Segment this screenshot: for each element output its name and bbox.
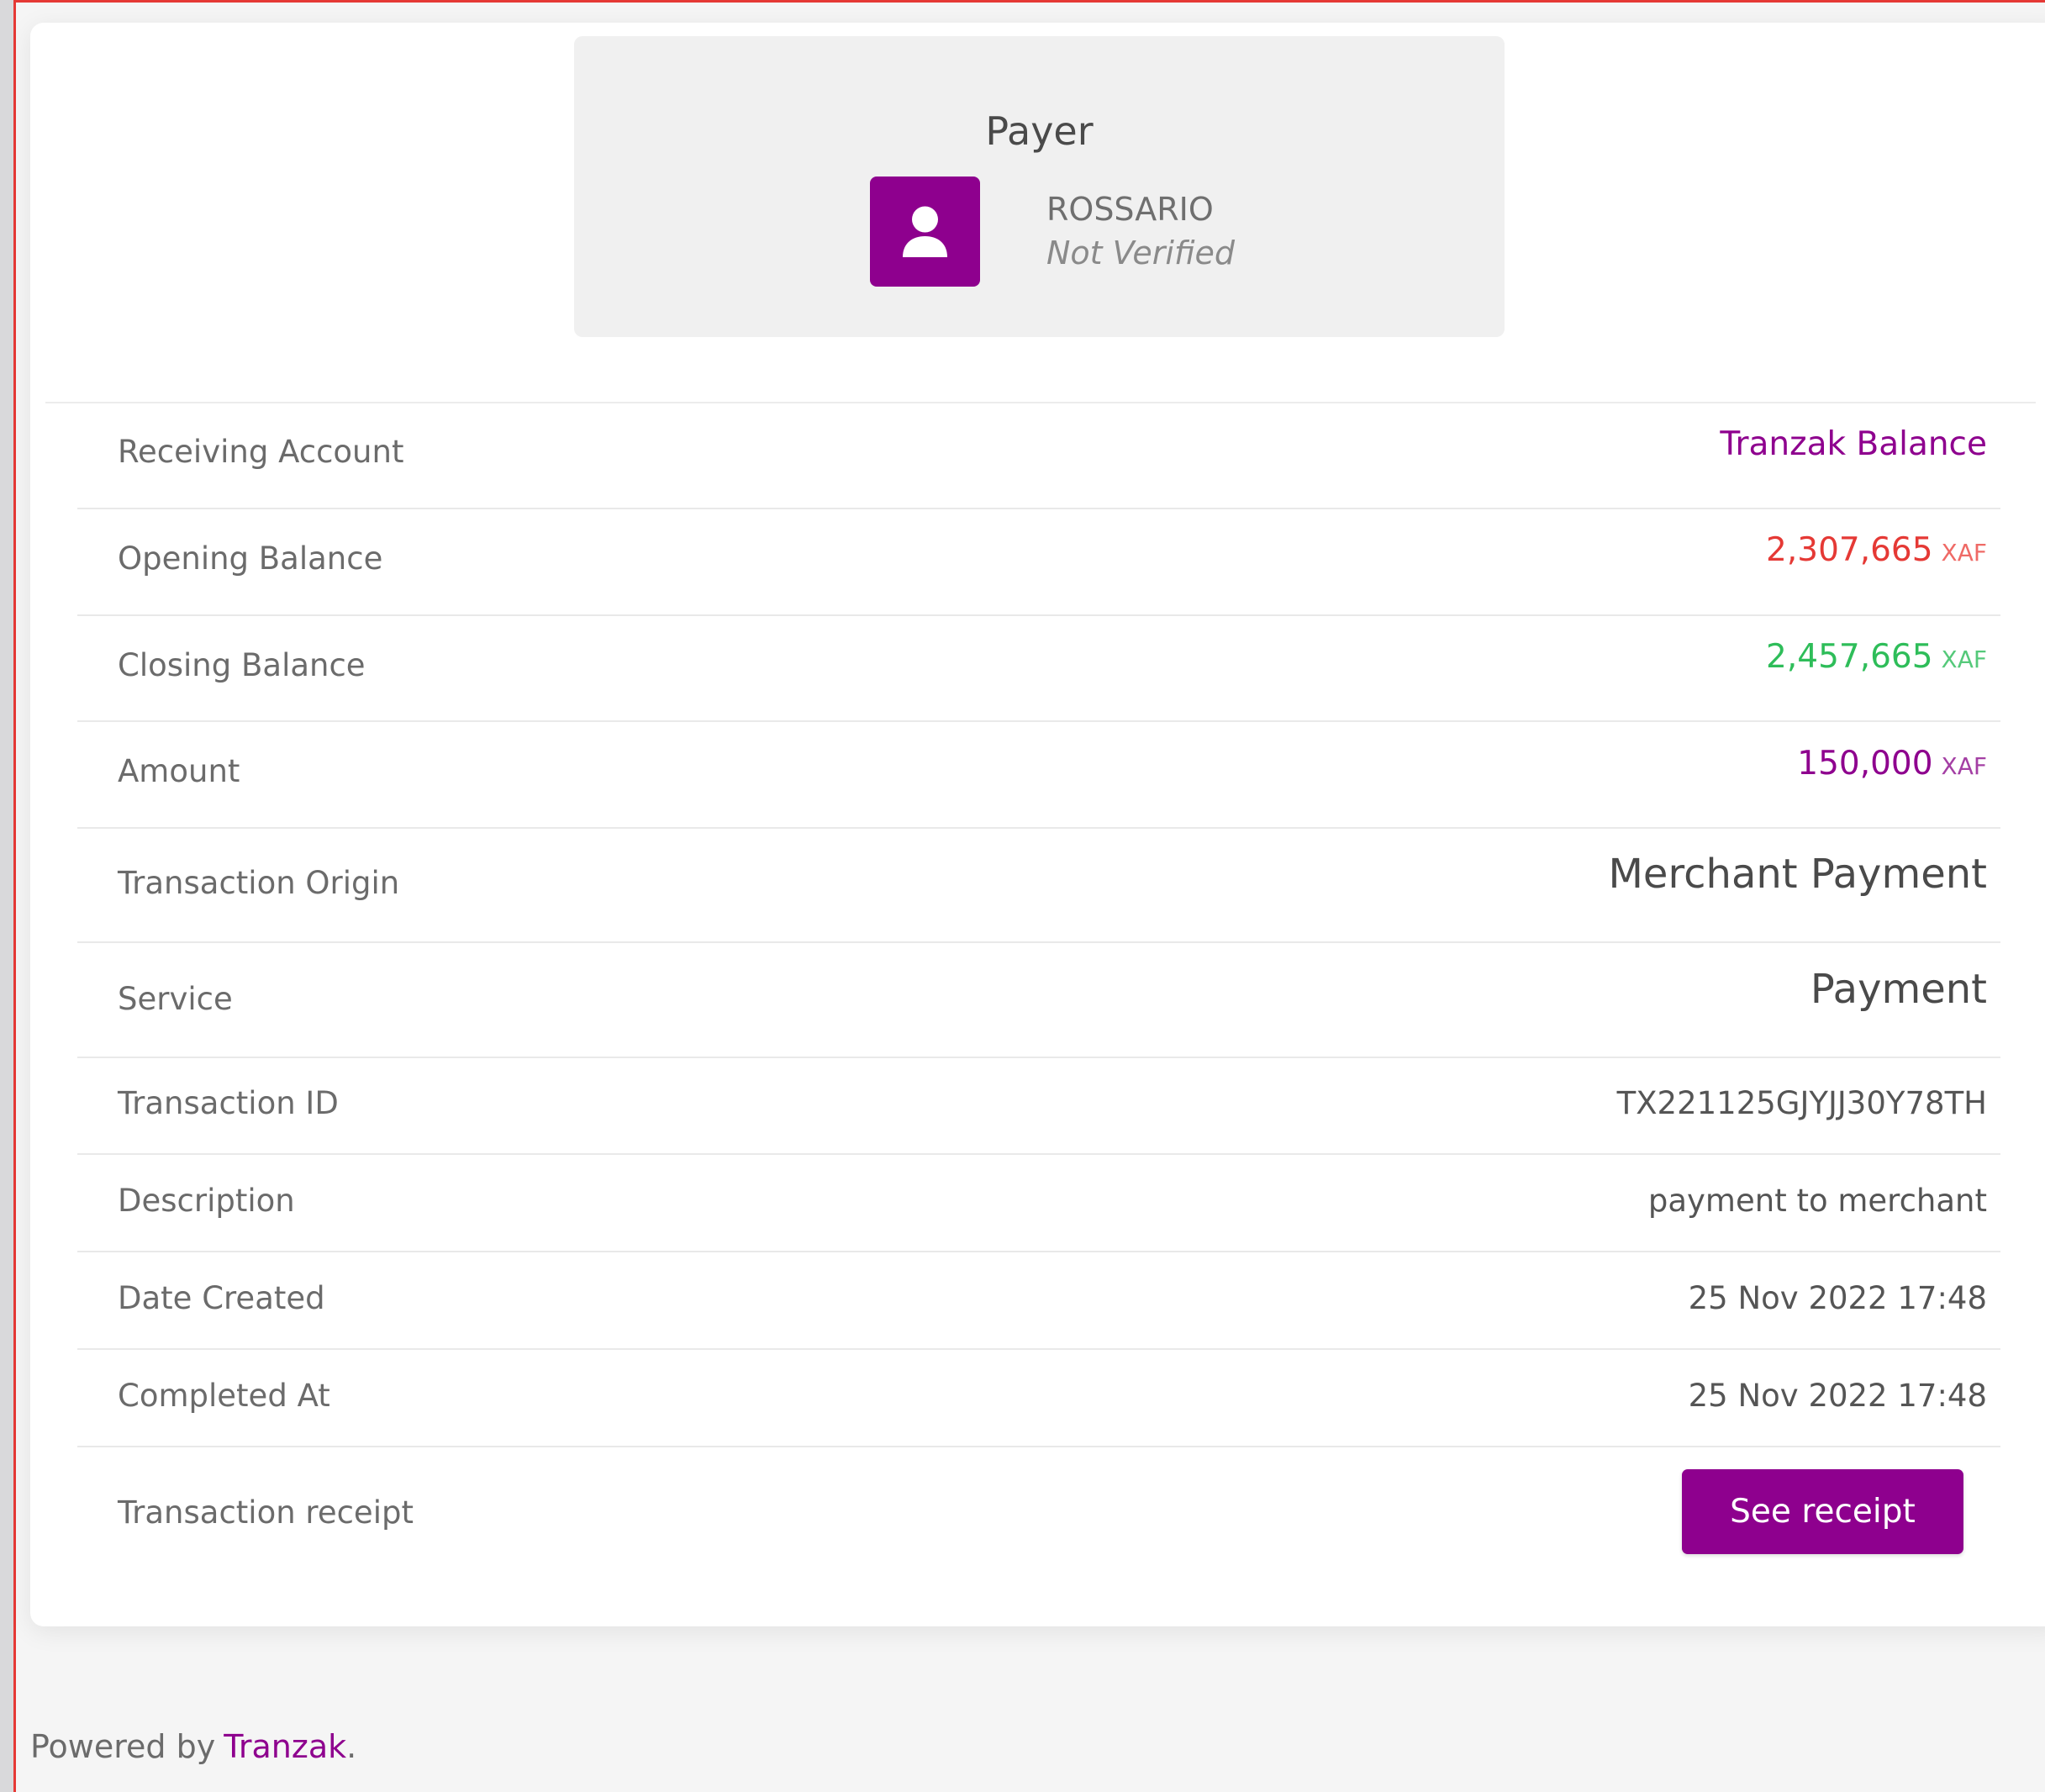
row-label-service: Service bbox=[118, 981, 233, 1017]
see-receipt-button[interactable]: See receipt bbox=[1682, 1469, 1963, 1554]
transaction-details-card: Payer ROSSARIO Not Verified Receiving Ac… bbox=[30, 23, 2045, 1626]
amount-value: 150,000 XAF bbox=[1797, 745, 1987, 783]
row-divider bbox=[77, 508, 2000, 509]
row-divider bbox=[77, 614, 2000, 616]
completed-at-value: 25 Nov 2022 17:48 bbox=[1688, 1378, 1987, 1414]
payer-name: ROSSARIO bbox=[1046, 191, 1214, 228]
left-frame-border bbox=[0, 0, 16, 1792]
payer-title: Payer bbox=[985, 108, 1094, 154]
footer-prefix: Powered by bbox=[30, 1728, 216, 1765]
footer-suffix: . bbox=[346, 1728, 357, 1765]
amount-number: 150,000 bbox=[1797, 745, 1933, 783]
transaction-origin-value: Merchant Payment bbox=[1608, 851, 1988, 898]
row-divider bbox=[77, 1251, 2000, 1252]
row-label-date-created: Date Created bbox=[118, 1280, 325, 1316]
row-label-receiving-account: Receiving Account bbox=[118, 434, 404, 470]
closing-balance-amount: 2,457,665 bbox=[1766, 638, 1933, 676]
row-label-transaction-origin: Transaction Origin bbox=[118, 865, 400, 901]
closing-balance-currency: XAF bbox=[1941, 646, 1987, 673]
row-label-transaction-id: Transaction ID bbox=[118, 1085, 339, 1121]
service-value: Payment bbox=[1810, 966, 1987, 1013]
opening-balance-value: 2,307,665 XAF bbox=[1766, 531, 1987, 569]
user-icon bbox=[903, 206, 947, 257]
closing-balance-value: 2,457,665 XAF bbox=[1766, 638, 1987, 676]
row-divider bbox=[77, 1446, 2000, 1447]
row-divider bbox=[77, 941, 2000, 943]
row-divider bbox=[77, 720, 2000, 722]
row-label-transaction-receipt: Transaction receipt bbox=[118, 1494, 414, 1531]
row-label-opening-balance: Opening Balance bbox=[118, 540, 383, 577]
payer-verification-status: Not Verified bbox=[1046, 235, 1236, 271]
row-divider bbox=[77, 1348, 2000, 1350]
footer-brand-link[interactable]: Tranzak bbox=[224, 1728, 346, 1765]
amount-currency: XAF bbox=[1941, 752, 1987, 780]
row-divider bbox=[77, 1057, 2000, 1058]
payer-panel: Payer ROSSARIO Not Verified bbox=[574, 36, 1505, 337]
receiving-account-value: Tranzak Balance bbox=[1720, 425, 1987, 463]
receiving-account-text: Tranzak Balance bbox=[1720, 425, 1987, 463]
opening-balance-currency: XAF bbox=[1941, 539, 1987, 567]
row-label-closing-balance: Closing Balance bbox=[118, 647, 366, 683]
section-divider bbox=[45, 402, 2036, 403]
opening-balance-amount: 2,307,665 bbox=[1766, 531, 1933, 569]
row-divider bbox=[77, 827, 2000, 829]
row-label-amount: Amount bbox=[118, 753, 240, 789]
transaction-id-value: TX221125GJYJJ30Y78TH bbox=[1616, 1085, 1987, 1121]
row-label-description: Description bbox=[118, 1183, 295, 1219]
footer: Powered by Tranzak. bbox=[30, 1728, 356, 1765]
top-frame-border bbox=[16, 0, 2045, 8]
row-label-completed-at: Completed At bbox=[118, 1378, 330, 1414]
avatar bbox=[870, 177, 980, 287]
description-value: payment to merchant bbox=[1647, 1183, 1987, 1219]
date-created-value: 25 Nov 2022 17:48 bbox=[1688, 1280, 1987, 1316]
row-divider bbox=[77, 1153, 2000, 1155]
